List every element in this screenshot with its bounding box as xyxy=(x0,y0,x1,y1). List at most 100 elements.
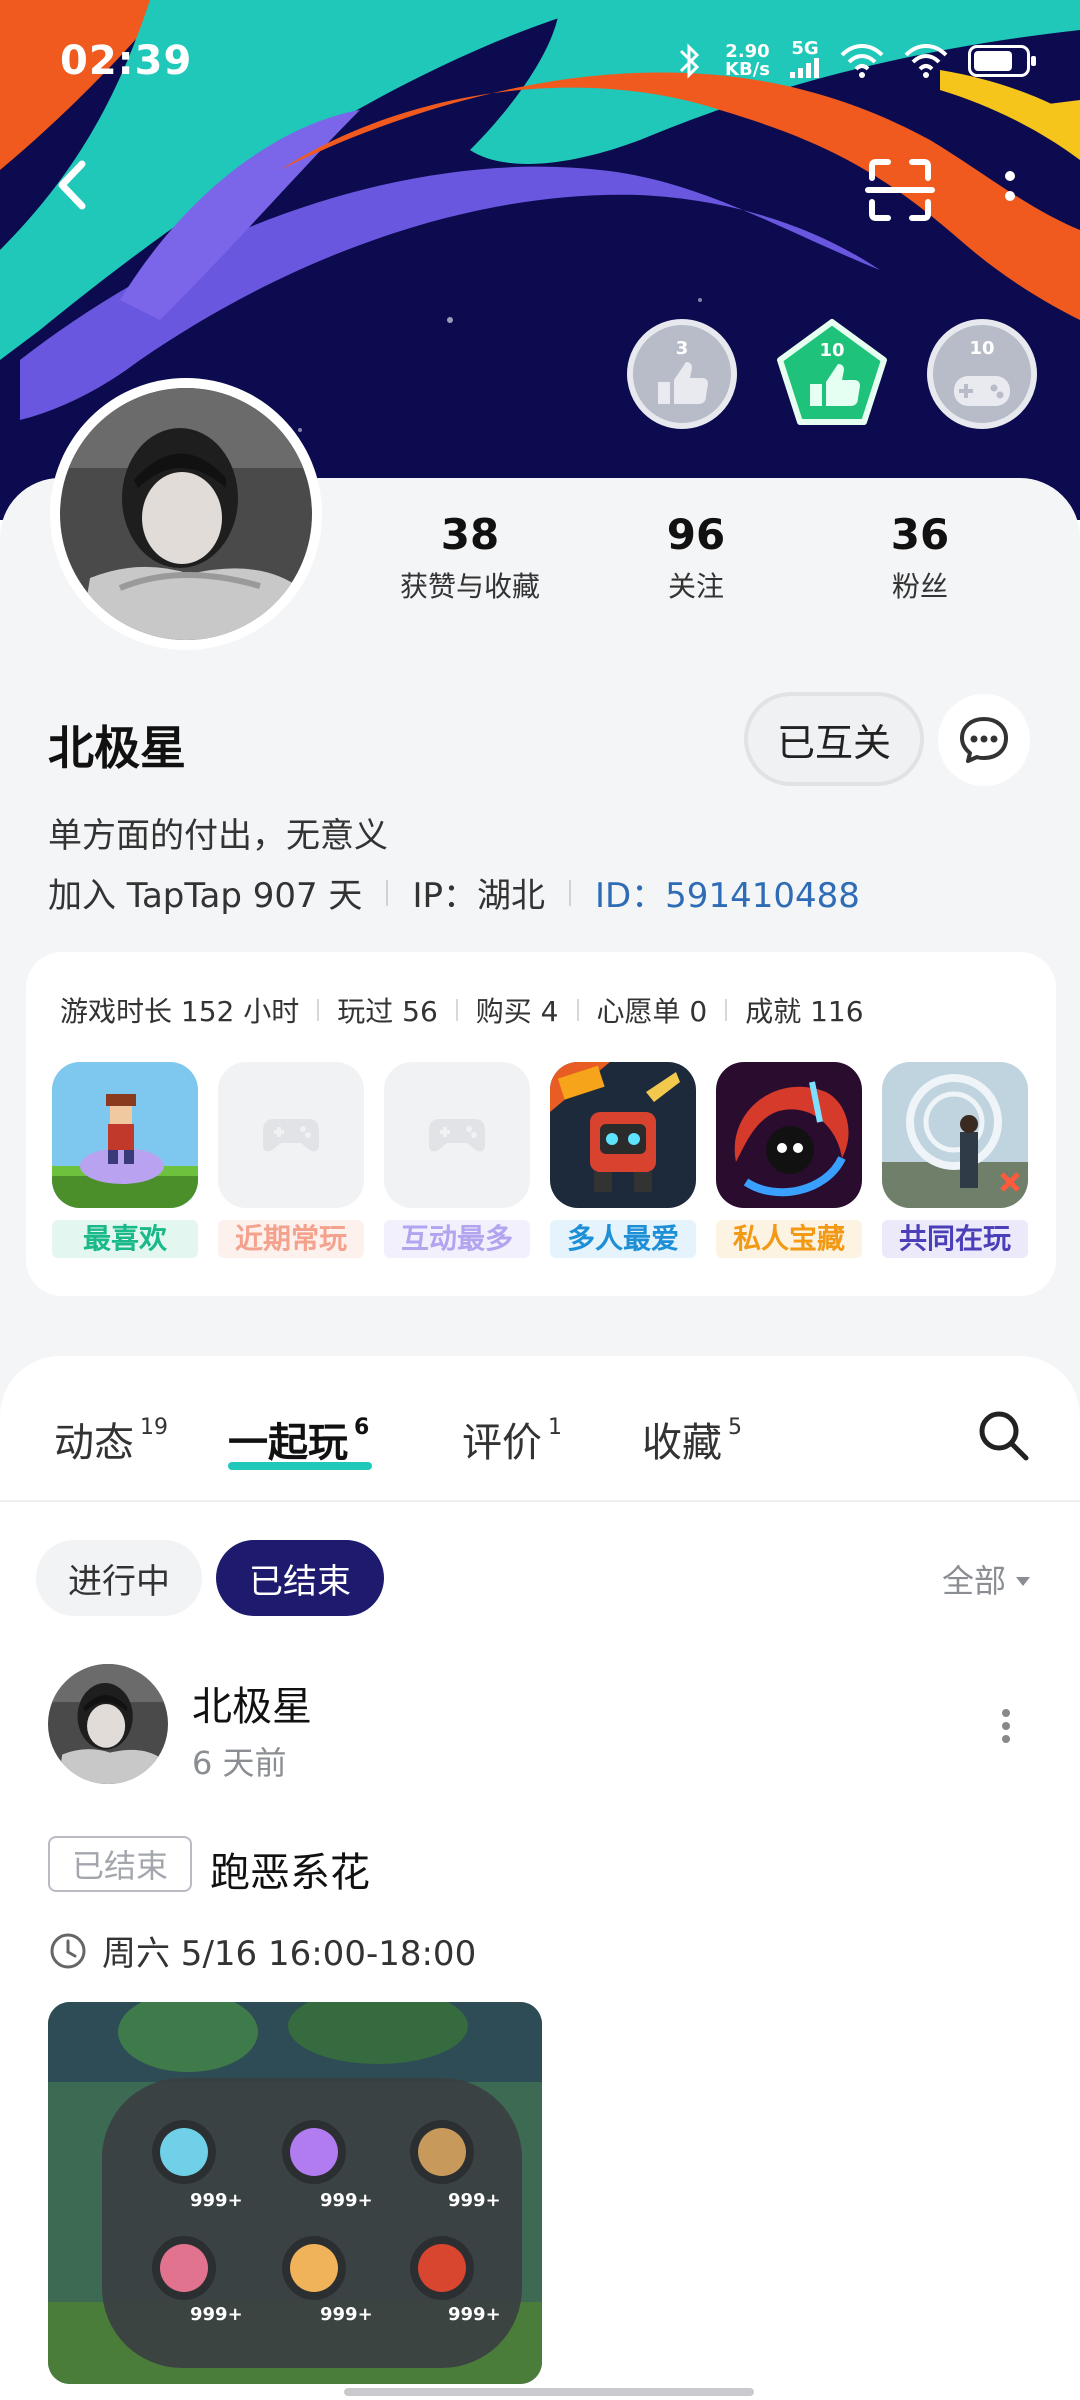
inventory-screenshot: 999+ 999+ 999+ 999+ 999+ 999+ xyxy=(48,2002,542,2384)
avatar-image xyxy=(48,1664,168,1784)
badge-likes-level-3[interactable]: 3 xyxy=(626,318,738,430)
tab-label: 一起玩 xyxy=(228,1420,348,1466)
status-icons: 2.90 KB/s 5G xyxy=(675,40,1036,82)
game-slot-coplaying[interactable]: 共同在玩 xyxy=(882,1062,1028,1258)
scope-dropdown[interactable]: 全部 xyxy=(942,1556,1031,1602)
post-author-name[interactable]: 北极星 xyxy=(192,1674,312,1732)
stat-played[interactable]: 玩过 56 xyxy=(337,990,438,1030)
post-author-avatar[interactable] xyxy=(48,1664,168,1784)
divider xyxy=(455,999,458,1021)
clock-icon xyxy=(50,1933,86,1968)
tab-reviews[interactable]: 评价 1 xyxy=(462,1410,562,1468)
schedule-text: 周六 5/16 16:00-18:00 xyxy=(102,1934,477,1974)
terraria-game-icon xyxy=(52,1062,198,1208)
game-stats: 游戏时长 152 小时 玩过 56 购买 4 心愿单 0 成就 116 xyxy=(60,990,864,1030)
more-options-button[interactable] xyxy=(990,160,1030,220)
scan-button[interactable] xyxy=(860,150,940,230)
stat-achievements[interactable]: 成就 116 xyxy=(745,990,863,1030)
tab-count: 19 xyxy=(140,1415,168,1440)
content-feed: 动态 19 一起玩 6 评价 1 收藏 5 进行中 已结束 全部 北极星 6 天… xyxy=(0,1356,1080,2400)
post-image[interactable]: 999+ 999+ 999+ 999+ 999+ 999+ xyxy=(48,2002,542,2384)
tab-play-together[interactable]: 一起玩 6 xyxy=(228,1410,369,1468)
item-count: 999+ xyxy=(448,2190,501,2211)
slot-label: 私人宝藏 xyxy=(716,1220,862,1258)
net-speed: 2.90 KB/s xyxy=(725,41,770,80)
joined-days: 加入 TapTap 907 天 xyxy=(48,876,363,916)
thumbs-up-badge-icon xyxy=(627,319,737,429)
cell-signal-icon xyxy=(790,58,819,78)
home-indicator[interactable] xyxy=(344,2388,754,2396)
post-more-button[interactable] xyxy=(996,1706,1016,1746)
game-slot-treasure[interactable]: 私人宝藏 xyxy=(716,1062,862,1258)
tab-divider xyxy=(0,1500,1080,1502)
tab-activity[interactable]: 动态 19 xyxy=(54,1410,168,1468)
message-button[interactable] xyxy=(938,694,1030,786)
item-orb xyxy=(282,2236,346,2300)
avatar-image xyxy=(60,388,312,640)
stat-following[interactable]: 96 关注 xyxy=(586,510,806,605)
ip-location: IP：湖北 xyxy=(412,876,545,916)
filter-ongoing[interactable]: 进行中 xyxy=(36,1540,202,1616)
active-tab-indicator xyxy=(228,1462,372,1470)
item-count: 999+ xyxy=(190,2304,243,2325)
cell-signal: 5G xyxy=(790,40,820,82)
gamepad-placeholder-icon xyxy=(263,1119,319,1152)
badge-games-level-10[interactable]: 10 xyxy=(926,318,1038,430)
item-count: 999+ xyxy=(190,2190,243,2211)
stat-playtime[interactable]: 游戏时长 152 小时 xyxy=(60,990,299,1030)
tab-count: 1 xyxy=(548,1415,562,1440)
avatar[interactable] xyxy=(50,378,322,650)
divider xyxy=(386,879,389,906)
game-slot-recent[interactable]: 近期常玩 xyxy=(218,1062,364,1258)
bluetooth-icon xyxy=(679,43,700,79)
game-slot-interact[interactable]: 互动最多 xyxy=(384,1062,530,1258)
post-time: 6 天前 xyxy=(192,1744,287,1782)
wifi-icon xyxy=(840,44,884,78)
gamepad-badge-icon xyxy=(927,319,1037,429)
status-bar: 02:39 2.90 KB/s 5G xyxy=(0,0,1080,130)
rogue-game-icon xyxy=(716,1062,862,1208)
item-count: 999+ xyxy=(448,2304,501,2325)
slot-label: 互动最多 xyxy=(384,1220,530,1258)
battery-icon xyxy=(968,45,1036,77)
profile-meta: 加入 TapTap 907 天 IP：湖北 ID：591410488 xyxy=(48,868,860,917)
more-vertical-icon xyxy=(1005,171,1015,201)
mutual-follow-button[interactable]: 已互关 xyxy=(744,692,924,786)
divider xyxy=(725,999,728,1021)
scan-icon xyxy=(865,159,935,221)
slot-label: 多人最爱 xyxy=(550,1220,696,1258)
filter-ended[interactable]: 已结束 xyxy=(216,1540,384,1616)
stat-wishlist[interactable]: 心愿单 0 xyxy=(597,990,708,1030)
badge-level: 3 xyxy=(675,338,689,359)
tab-favorites[interactable]: 收藏 5 xyxy=(642,1410,742,1468)
game-slot-favorite[interactable]: 最喜欢 xyxy=(52,1062,198,1258)
back-button[interactable] xyxy=(40,150,110,220)
games-card[interactable]: 游戏时长 152 小时 玩过 56 购买 4 心愿单 0 成就 116 最喜欢 … xyxy=(26,952,1056,1296)
stat-likes[interactable]: 38 获赞与收藏 xyxy=(360,510,580,605)
scope-label: 全部 xyxy=(942,1562,1007,1600)
wifi-hotspot-icon xyxy=(904,44,948,78)
item-orb xyxy=(410,2236,474,2300)
open-world-game-icon xyxy=(882,1062,1028,1208)
thumbs-up-badge-icon xyxy=(777,319,887,425)
item-orb xyxy=(282,2120,346,2184)
tab-label: 收藏 xyxy=(642,1420,722,1466)
chevron-left-icon xyxy=(58,160,86,210)
game-slot-multiplayer[interactable]: 多人最爱 xyxy=(550,1062,696,1258)
slot-label: 最喜欢 xyxy=(52,1220,198,1258)
soul-knight-game-icon xyxy=(550,1062,696,1208)
stat-followers[interactable]: 36 粉丝 xyxy=(810,510,1030,605)
tab-count: 6 xyxy=(354,1415,370,1440)
item-orb xyxy=(152,2236,216,2300)
badge-level: 10 xyxy=(819,340,845,361)
slot-label: 共同在玩 xyxy=(882,1220,1028,1258)
profile-name: 北极星 xyxy=(48,721,186,775)
tab-label: 动态 xyxy=(54,1420,134,1466)
search-button[interactable] xyxy=(976,1408,1030,1462)
badge-level: 10 xyxy=(969,338,995,359)
post-title[interactable]: 跑恶系花 xyxy=(210,1840,370,1898)
stat-purchased[interactable]: 购买 4 xyxy=(476,990,559,1030)
user-id[interactable]: ID：591410488 xyxy=(595,868,860,917)
badge-likes-level-10[interactable]: 10 xyxy=(776,318,888,430)
divider xyxy=(568,879,571,906)
